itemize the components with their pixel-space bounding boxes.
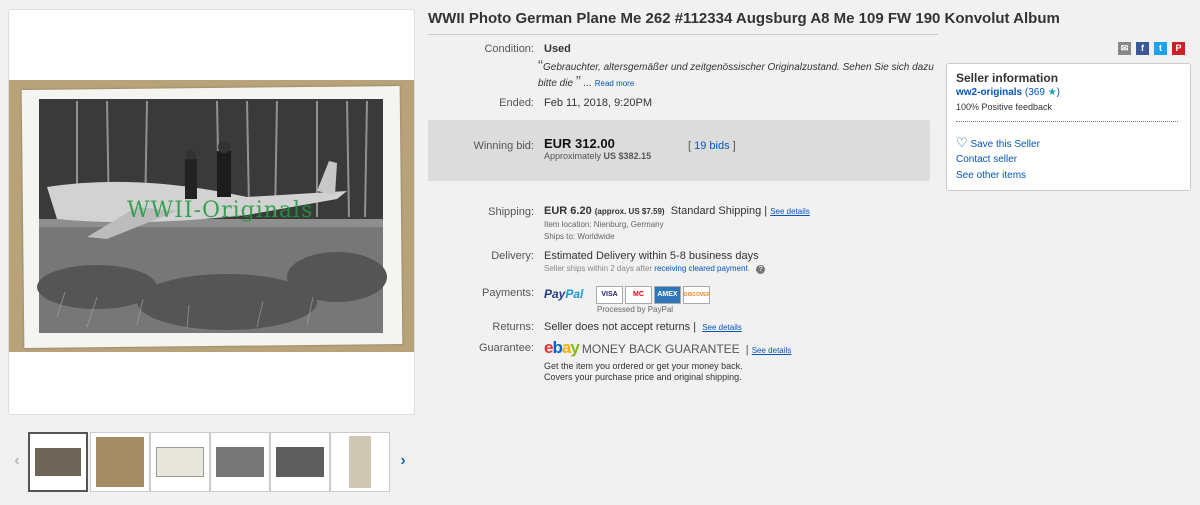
facebook-icon[interactable]: f	[1136, 42, 1149, 55]
bracket-close: ]	[732, 140, 736, 152]
condition-label: Condition:	[484, 43, 534, 55]
returns-label: Returns:	[492, 321, 534, 333]
discover-icon: DISCOVER	[683, 286, 710, 304]
guarantee-label: Guarantee:	[478, 342, 534, 354]
contact-seller-link[interactable]: Contact seller	[956, 154, 1017, 165]
shipping-approx: (approx. US $7.59)	[594, 207, 665, 216]
chevron-left-icon[interactable]: ‹	[10, 452, 24, 470]
payments-label: Payments:	[482, 287, 534, 299]
photo-background: WWII-Originals	[9, 80, 414, 352]
approx-value: US $382.15	[603, 151, 652, 161]
ended-value: Feb 11, 2018, 9:20PM	[544, 97, 653, 109]
condition-value: Used	[544, 43, 571, 55]
item-location: Item location: Nienburg, Germany	[544, 220, 664, 229]
guarantee-sep: |	[745, 344, 749, 356]
seller-heading: Seller information	[956, 71, 1059, 85]
ebay-logo: ebay	[544, 338, 580, 357]
guarantee-line: ebay MONEY BACK GUARANTEE | See details	[544, 338, 791, 358]
bracket-open: [	[688, 140, 692, 152]
bid-count: [ 19 bids ]	[688, 140, 736, 152]
shipping-label: Shipping:	[488, 206, 534, 218]
ended-label: Ended:	[499, 97, 534, 109]
email-icon[interactable]: ✉	[1118, 42, 1131, 55]
paypal-logo-part-2: Pal	[565, 287, 584, 301]
thumbnail-2[interactable]	[90, 432, 150, 492]
help-icon[interactable]: ?	[756, 265, 766, 274]
feedback-score-close: )	[1056, 87, 1061, 98]
condition-description: “Gebrauchter, altersgemäßer und zeitgenö…	[538, 58, 938, 91]
paypal-logo: PayPal	[544, 287, 583, 301]
money-back-guarantee: MONEY BACK GUARANTEE	[581, 342, 740, 356]
see-other-items-link[interactable]: See other items	[956, 170, 1026, 181]
ellipsis: ...	[583, 78, 592, 89]
item-title: WWII Photo German Plane Me 262 #112334 A…	[428, 10, 1060, 27]
delivery-estimate: Estimated Delivery within 5-8 business d…	[544, 250, 759, 262]
seller-name-link[interactable]: ww2-originals	[956, 87, 1022, 98]
title-divider	[428, 34, 938, 35]
ships-to: Ships to: Worldwide	[544, 232, 615, 241]
shipping-sep: |	[764, 205, 768, 217]
guarantee-see-details[interactable]: See details	[752, 346, 792, 355]
returns-line: Seller does not accept returns | See det…	[544, 321, 742, 333]
amex-icon: AMEX	[654, 286, 681, 304]
thumbnail-6[interactable]	[330, 432, 390, 492]
close-quote: ”	[575, 73, 581, 90]
winning-bid-label: Winning bid:	[473, 140, 534, 152]
star-icon: ★	[1047, 87, 1057, 98]
save-seller-label: Save this Seller	[970, 139, 1040, 150]
feedback-score[interactable]: (369	[1025, 87, 1045, 98]
visa-icon: VISA	[596, 286, 623, 304]
thumbnail-1[interactable]	[28, 432, 88, 492]
watermark-text: WWII-Originals	[127, 198, 314, 223]
shipping-see-details[interactable]: See details	[770, 207, 810, 216]
thumbnail-strip: ‹ ›	[8, 432, 415, 494]
pinterest-icon[interactable]: P	[1172, 42, 1185, 55]
guarantee-line-2: Covers your purchase price and original …	[544, 372, 742, 382]
shipping-cost: EUR 6.20	[544, 205, 592, 217]
delivery-note: Seller ships within 2 days after receivi…	[544, 264, 766, 274]
guarantee-line-1: Get the item you ordered or get your mon…	[544, 361, 743, 371]
approx-label: Approximately	[544, 151, 602, 161]
shipping-method: Standard Shipping	[670, 205, 762, 217]
seller-info-box: Seller information ww2-originals (369 ★)…	[946, 63, 1191, 191]
thumbnail-5[interactable]	[270, 432, 330, 492]
main-photo[interactable]: WWII-Originals	[8, 9, 415, 415]
winning-bid-price: EUR 312.00	[544, 136, 615, 151]
paypal-logo-part-1: Pay	[544, 287, 566, 301]
twitter-icon[interactable]: t	[1154, 42, 1167, 55]
read-more-link[interactable]: Read more	[595, 79, 635, 88]
heart-icon: ♡	[956, 135, 968, 150]
seller-divider	[956, 121, 1178, 122]
mastercard-icon: MC	[625, 286, 652, 304]
chevron-right-icon[interactable]: ›	[396, 452, 410, 470]
delivery-label: Delivery:	[491, 250, 534, 262]
thumbnail-4[interactable]	[210, 432, 270, 492]
shipping-line: EUR 6.20 (approx. US $7.59) Standard Shi…	[544, 205, 810, 217]
approx-price: Approximately US $382.15	[544, 151, 651, 161]
bids-link[interactable]: 19 bids	[694, 140, 729, 152]
save-seller-link[interactable]: ♡ Save this Seller	[956, 135, 1040, 151]
seller-name-line: ww2-originals (369 ★)	[956, 87, 1060, 98]
thumbnail-3[interactable]	[150, 432, 210, 492]
returns-see-details[interactable]: See details	[702, 323, 742, 332]
delivery-note-prefix: Seller ships within 2 days after	[544, 264, 653, 273]
processed-by: Processed by PayPal	[597, 305, 674, 314]
cleared-payment-link[interactable]: receiving cleared payment	[654, 264, 747, 273]
returns-value: Seller does not accept returns	[544, 321, 691, 333]
delivery-note-suffix: .	[747, 264, 750, 273]
returns-sep: |	[693, 321, 697, 333]
positive-feedback: 100% Positive feedback	[956, 102, 1053, 112]
